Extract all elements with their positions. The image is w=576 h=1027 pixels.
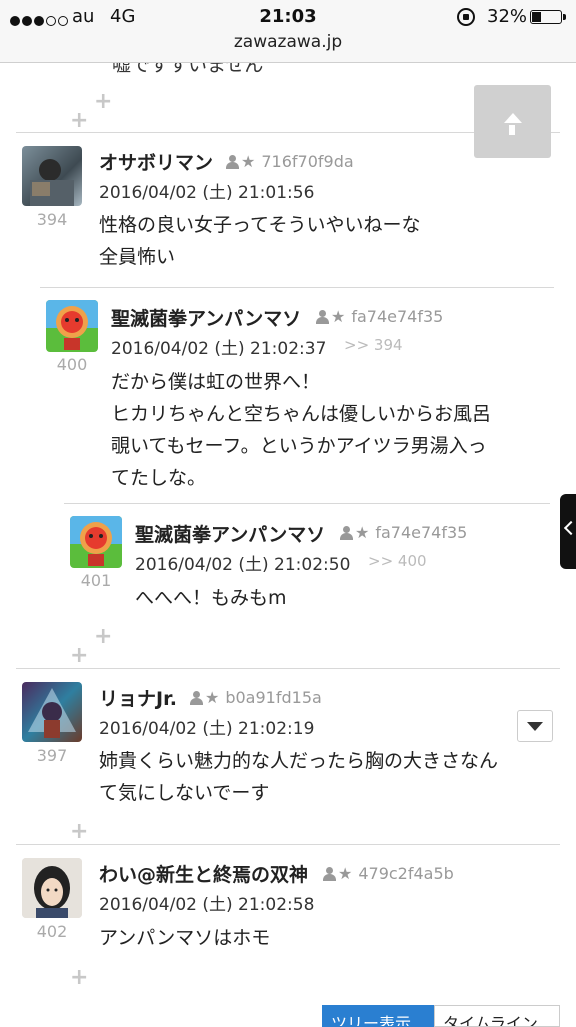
user-id: ★ 716f70f9da	[226, 152, 354, 171]
comment-body: へへへ！もみもm	[135, 587, 287, 609]
user-icon	[316, 310, 329, 324]
status-bar: au 4G 21:03 32% zawazawa.jp	[0, 0, 576, 63]
battery-icon	[530, 10, 566, 24]
user-id: ★ fa74e74f35	[316, 307, 443, 326]
comment-date: 2016/04/02 (土) 21:02:19	[99, 719, 315, 739]
avatar[interactable]	[22, 146, 82, 206]
user-icon	[340, 526, 353, 540]
comment-date: 2016/04/02 (土) 21:01:56	[99, 183, 315, 203]
arrow-up-icon	[503, 112, 522, 123]
comment-date: 2016/04/02 (土) 21:02:58	[99, 895, 315, 915]
reply-plus-icon[interactable]: +	[94, 91, 112, 113]
rotation-lock-icon	[457, 8, 475, 26]
scroll-to-top-button[interactable]	[474, 85, 551, 158]
reply-plus-icon[interactable]: +	[70, 967, 88, 989]
star-icon: ★	[338, 864, 353, 883]
comment-number[interactable]: 401	[66, 571, 126, 590]
comment-number[interactable]: 397	[22, 746, 82, 765]
comment-body: 性格の良い女子ってそういやいねーな 全員怖い	[99, 214, 421, 268]
comment-date: 2016/04/02 (土) 21:02:50	[135, 555, 351, 575]
battery-percent: 32%	[487, 6, 528, 27]
address-bar-url[interactable]: zawazawa.jp	[0, 32, 576, 52]
comment-author: 聖滅菌拳アンパンマソ	[135, 524, 326, 546]
side-panel-toggle[interactable]	[560, 494, 576, 569]
reply-plus-icon[interactable]: +	[70, 821, 88, 843]
star-icon: ★	[331, 307, 346, 326]
reply-link[interactable]: >> 400	[368, 552, 427, 570]
comment-body: 姉貴くらい魅力的な人だったら胸の大きさなん て気にしないでーす	[99, 750, 499, 804]
user-icon	[323, 867, 336, 881]
user-id: ★ fa74e74f35	[340, 523, 467, 542]
reply-plus-icon[interactable]: +	[70, 110, 88, 132]
avatar[interactable]	[22, 858, 82, 918]
star-icon: ★	[241, 152, 256, 171]
comment-body: だから僕は虹の世界へ！ ヒカリちゃんと空ちゃんは優しいからお風呂 覗いてもセーフ…	[111, 371, 492, 489]
reply-link[interactable]: >> 394	[344, 336, 403, 354]
reply-plus-icon[interactable]: +	[94, 626, 112, 648]
comment-author: オサボリマン	[99, 152, 214, 174]
user-id: ★ b0a91fd15a	[190, 688, 322, 707]
user-id: ★ 479c2f4a5b	[323, 864, 454, 883]
comment-menu-button[interactable]	[517, 710, 553, 742]
avatar[interactable]	[22, 682, 82, 742]
reply-plus-icon[interactable]: +	[70, 645, 88, 667]
user-icon	[190, 691, 203, 705]
comment-number[interactable]: 400	[42, 355, 102, 374]
avatar[interactable]	[46, 300, 98, 352]
comment-author: 聖滅菌拳アンパンマソ	[111, 308, 302, 330]
star-icon: ★	[355, 523, 370, 542]
user-icon	[226, 155, 239, 169]
comment-body: アンパンマソはホモ	[99, 927, 271, 949]
avatar[interactable]	[70, 516, 122, 568]
comment-number[interactable]: 394	[22, 210, 82, 229]
comment-author: リョナJr.	[99, 688, 177, 710]
comment-number[interactable]: 402	[22, 922, 82, 941]
comment-author: わい@新生と終焉の双神	[99, 864, 309, 886]
star-icon: ★	[205, 688, 220, 707]
comment-date: 2016/04/02 (土) 21:02:37	[111, 339, 327, 359]
